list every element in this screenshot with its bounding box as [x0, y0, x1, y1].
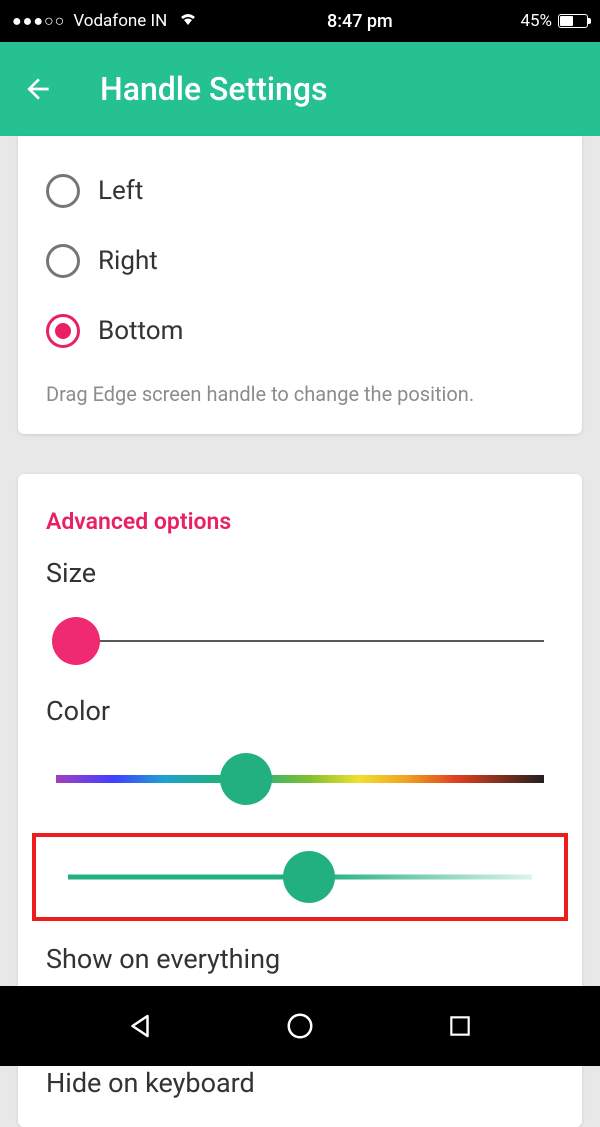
page-title: Handle Settings: [100, 70, 327, 108]
hue-slider[interactable]: [56, 755, 544, 803]
back-button[interactable]: [20, 71, 56, 107]
nav-recent-button[interactable]: [440, 1006, 480, 1046]
advanced-section-title: Advanced options: [46, 508, 554, 535]
radio-left[interactable]: Left: [46, 156, 554, 226]
nav-bar: [0, 986, 600, 1066]
radio-label: Right: [98, 246, 158, 276]
carrier-label: Vodafone IN: [73, 11, 167, 31]
radio-icon: [46, 244, 80, 278]
radio-bottom[interactable]: Bottom: [46, 296, 554, 366]
radio-label: Left: [98, 176, 143, 206]
alpha-slider[interactable]: [68, 853, 532, 901]
color-label: Color: [46, 695, 554, 727]
size-slider[interactable]: [56, 617, 544, 665]
size-label: Size: [46, 557, 554, 589]
slider-thumb[interactable]: [52, 617, 100, 665]
position-card: Left Right Bottom Drag Edge screen handl…: [18, 136, 582, 434]
hue-track: [56, 775, 544, 783]
signal-dots-icon: ●●●○○: [12, 11, 65, 31]
show-everything-label: Show on everything: [46, 943, 554, 975]
status-right: 45%: [520, 11, 588, 31]
radio-right[interactable]: Right: [46, 226, 554, 296]
highlight-annotation: [32, 833, 568, 921]
status-left: ●●●○○ Vodafone IN: [12, 10, 199, 33]
nav-home-button[interactable]: [280, 1006, 320, 1046]
battery-percent: 45%: [520, 11, 552, 31]
battery-icon: [558, 14, 588, 28]
status-time: 8:47 pm: [199, 11, 520, 32]
status-bar: ●●●○○ Vodafone IN 8:47 pm 45%: [0, 0, 600, 42]
radio-icon-selected: [46, 314, 80, 348]
hide-keyboard-label: Hide on keyboard: [46, 1067, 554, 1099]
wifi-icon: [177, 10, 199, 33]
slider-track: [56, 640, 544, 642]
radio-icon: [46, 174, 80, 208]
slider-thumb[interactable]: [220, 753, 272, 805]
nav-back-button[interactable]: [120, 1006, 160, 1046]
slider-thumb[interactable]: [283, 851, 335, 903]
radio-label: Bottom: [98, 316, 183, 346]
position-hint: Drag Edge screen handle to change the po…: [46, 382, 554, 406]
app-bar: Handle Settings: [0, 42, 600, 136]
